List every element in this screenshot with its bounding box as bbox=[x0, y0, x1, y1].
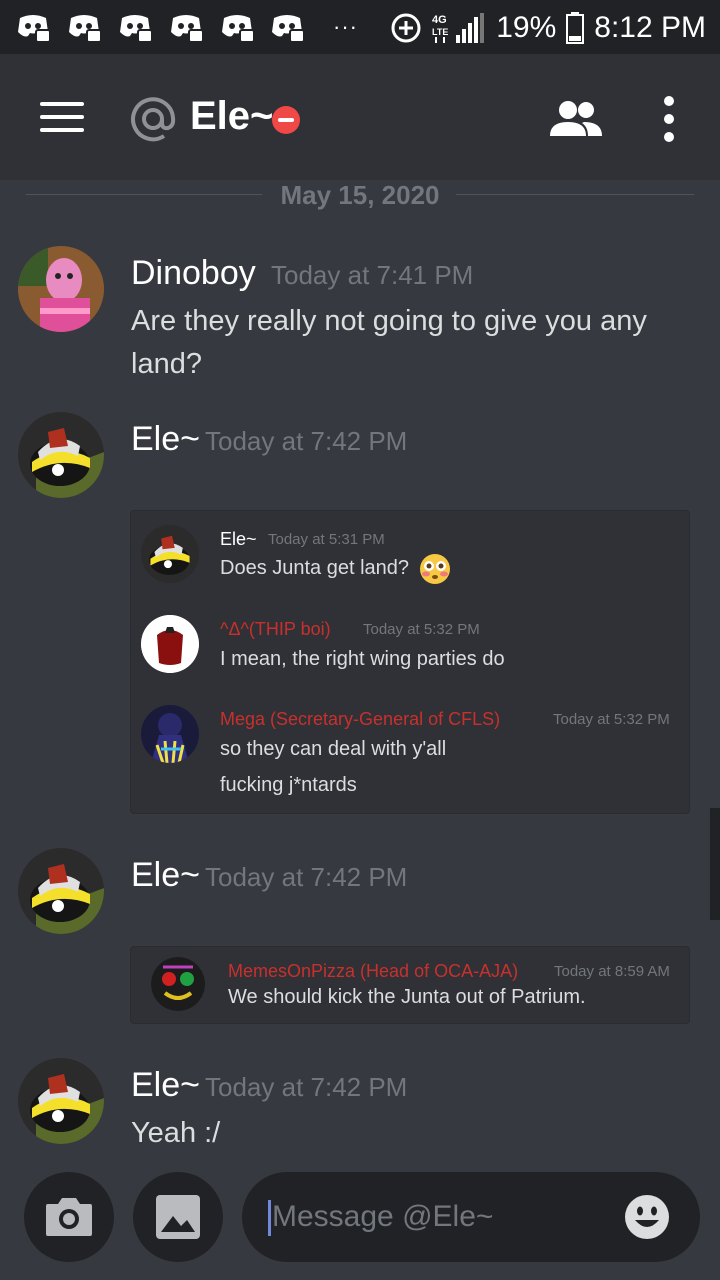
clock: 8:12 PM bbox=[594, 11, 706, 44]
message-line: Yeah :/ bbox=[131, 1117, 221, 1149]
do-not-disturb-icon bbox=[272, 106, 300, 134]
channel-title: Ele~ bbox=[190, 94, 274, 138]
data-saver-icon bbox=[391, 13, 421, 43]
quoted-content: I mean, the right wing parties do bbox=[220, 641, 505, 677]
message-timestamp: Today at 7:41 PM bbox=[271, 260, 474, 290]
members-icon[interactable] bbox=[548, 98, 604, 138]
quoted-content: Does Junta get land? bbox=[220, 550, 451, 586]
message-content: Yeah :/ bbox=[131, 1112, 220, 1155]
message-input-placeholder: Message @Ele~ bbox=[272, 1200, 494, 1233]
quoted-line: so they can deal with y'all bbox=[220, 738, 447, 760]
image-button[interactable] bbox=[133, 1172, 223, 1262]
avatar-image bbox=[18, 848, 104, 934]
camera-button[interactable] bbox=[24, 1172, 114, 1262]
message-input[interactable]: Message @Ele~ bbox=[242, 1172, 700, 1262]
avatar bbox=[141, 705, 199, 763]
quoted-messages-embed[interactable]: Ele~ Today at 5:31 PM Does Junta get lan… bbox=[130, 510, 690, 814]
quoted-author: Mega (Secretary-General of CFLS) bbox=[220, 709, 501, 729]
quoted-timestamp: Today at 5:31 PM bbox=[268, 531, 385, 548]
quoted-timestamp: Today at 5:32 PM bbox=[553, 711, 670, 728]
quoted-timestamp: Today at 5:32 PM bbox=[363, 621, 480, 638]
channel-toolbar: Ele~ bbox=[0, 54, 720, 180]
quoted-author: Ele~ bbox=[220, 529, 257, 549]
avatar-image bbox=[18, 246, 104, 332]
more-notifications-icon: ··· bbox=[333, 14, 358, 39]
avatar bbox=[141, 525, 199, 583]
camera-icon bbox=[46, 1198, 92, 1236]
discord-notification-icon bbox=[120, 15, 152, 42]
message-content: Are they really not going to give you an… bbox=[131, 300, 647, 386]
quoted-author: ^Δ^(THIP boi) bbox=[220, 619, 331, 639]
discord-notification-icon bbox=[272, 15, 304, 42]
message-composer: Message @Ele~ bbox=[0, 1162, 720, 1280]
discord-notification-icon bbox=[69, 15, 101, 42]
text-caret bbox=[268, 1200, 271, 1236]
message-timestamp: Today at 7:42 PM bbox=[205, 862, 408, 892]
avatar-image bbox=[141, 525, 199, 583]
avatar-image bbox=[18, 412, 104, 498]
battery-percent: 19% bbox=[496, 11, 557, 44]
quoted-line: Does Junta get land? bbox=[220, 557, 410, 579]
date-divider: May 15, 2020 bbox=[26, 180, 694, 210]
message-line: land? bbox=[131, 348, 202, 380]
scrollbar[interactable] bbox=[710, 808, 720, 920]
avatar-image bbox=[141, 615, 199, 673]
battery-icon bbox=[566, 12, 585, 44]
avatar[interactable] bbox=[18, 848, 104, 934]
quoted-timestamp: Today at 8:59 AM bbox=[554, 963, 670, 980]
avatar[interactable] bbox=[18, 1058, 104, 1144]
avatar bbox=[151, 957, 205, 1011]
image-icon bbox=[156, 1195, 200, 1239]
quoted-line: We should kick the Junta out of Patrium. bbox=[228, 986, 586, 1008]
at-icon bbox=[131, 97, 176, 142]
avatar-image bbox=[18, 1058, 104, 1144]
quoted-content: so they can deal with y'all fucking j*nt… bbox=[220, 731, 446, 803]
quoted-line: fucking j*ntards bbox=[220, 774, 357, 796]
emoji-icon[interactable] bbox=[624, 1194, 670, 1240]
status-bar: ··· 4G LTE 19% 8:12 PM bbox=[0, 0, 720, 54]
discord-notification-icon bbox=[18, 15, 50, 42]
avatar[interactable] bbox=[18, 412, 104, 498]
quoted-content: We should kick the Junta out of Patrium. bbox=[228, 979, 586, 1015]
message-timestamp: Today at 7:42 PM bbox=[205, 1072, 408, 1102]
message-author[interactable]: Ele~ bbox=[131, 1066, 200, 1105]
svg-text:LTE: LTE bbox=[432, 27, 448, 37]
avatar-image bbox=[141, 705, 199, 763]
date-divider-label: May 15, 2020 bbox=[266, 180, 454, 210]
flushed-emoji-icon bbox=[419, 553, 450, 584]
message-timestamp: Today at 7:42 PM bbox=[205, 426, 408, 456]
avatar[interactable] bbox=[18, 246, 104, 332]
message-line: Are they really not going to give you an… bbox=[131, 305, 647, 337]
avatar-image bbox=[151, 957, 205, 1011]
message-author[interactable]: Ele~ bbox=[131, 856, 200, 895]
quoted-line: I mean, the right wing parties do bbox=[220, 648, 505, 670]
discord-notification-icon bbox=[222, 15, 254, 42]
more-vertical-icon[interactable] bbox=[660, 96, 680, 146]
quoted-messages-embed[interactable]: MemesOnPizza (Head of OCA-AJA) Today at … bbox=[130, 946, 690, 1024]
message-author[interactable]: Dinoboy bbox=[131, 254, 256, 293]
avatar bbox=[141, 615, 199, 673]
signal-icon: 4G LTE bbox=[432, 13, 485, 43]
discord-notification-icon bbox=[171, 15, 203, 42]
svg-text:4G: 4G bbox=[432, 14, 447, 26]
message-author[interactable]: Ele~ bbox=[131, 420, 200, 459]
menu-icon[interactable] bbox=[40, 102, 86, 132]
